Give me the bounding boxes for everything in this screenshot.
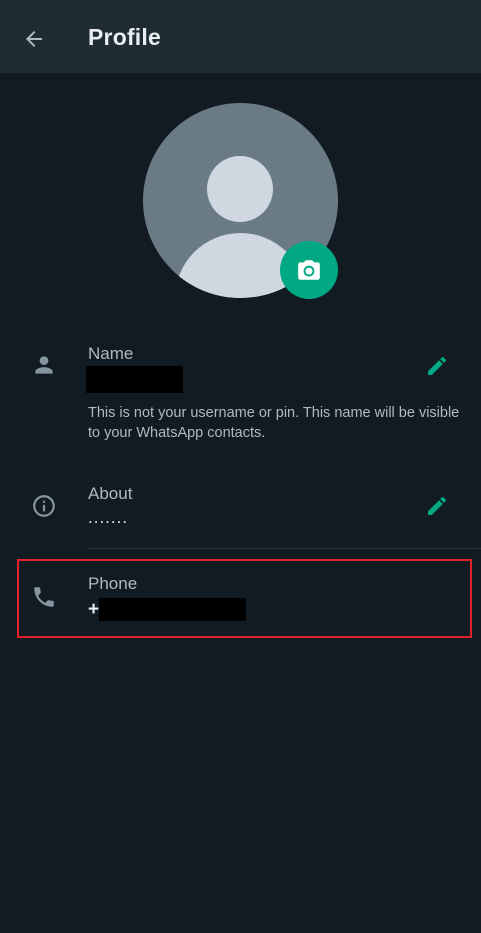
app-bar: Profile: [0, 0, 481, 73]
change-photo-button[interactable]: [280, 241, 338, 299]
phone-row[interactable]: Phone +: [17, 559, 472, 638]
pencil-icon: [428, 496, 447, 515]
camera-icon: [298, 260, 320, 280]
pencil-icon: [428, 356, 447, 375]
phone-prefix: +: [88, 599, 100, 620]
phone-icon: [30, 583, 58, 611]
phone-value-redacted: [99, 598, 246, 621]
page-title: Profile: [88, 24, 161, 50]
back-button[interactable]: [14, 19, 54, 59]
person-icon: [30, 351, 58, 379]
name-value-redacted: [86, 366, 183, 393]
divider: [88, 548, 481, 549]
about-value: .......: [88, 508, 129, 527]
about-label: About: [88, 484, 133, 503]
info-icon: [30, 492, 58, 520]
name-label: Name: [88, 344, 134, 363]
arrow-back-icon: [26, 31, 42, 47]
name-hint: This is not your username or pin. This n…: [88, 405, 460, 441]
edit-name-button[interactable]: [422, 351, 452, 381]
phone-label: Phone: [88, 574, 138, 593]
avatar-head: [207, 156, 273, 222]
edit-about-button[interactable]: [422, 491, 452, 521]
